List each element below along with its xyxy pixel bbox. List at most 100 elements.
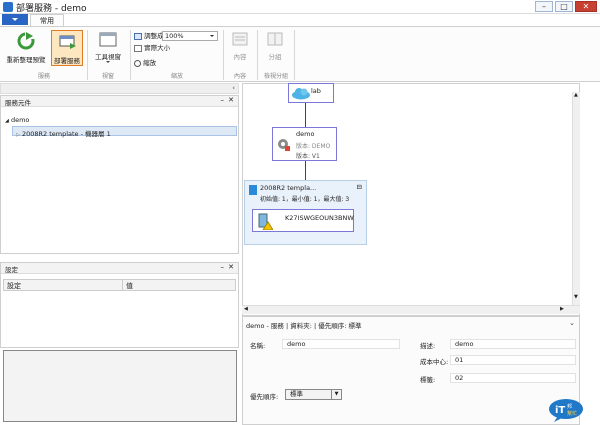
- tag-field[interactable]: 02: [450, 373, 576, 383]
- scroll-up-icon[interactable]: ▲: [574, 92, 578, 98]
- zoom-label-row: 縮放: [134, 57, 156, 67]
- ribbon-separator: [87, 30, 88, 80]
- description-label: 描述:: [420, 342, 436, 350]
- split-button[interactable]: 分組: [262, 30, 288, 66]
- service-components-panel: 服務元件 – ✕: [0, 95, 239, 254]
- window-title: 部署服務 - demo: [16, 4, 87, 14]
- properties-header: demo - 服務 | 資料夾: | 優先順序: 標準: [246, 322, 362, 330]
- tag-label: 標籤:: [420, 376, 436, 384]
- tier-counts: 初始值: 1，最小值: 1，最大值: 3: [260, 196, 350, 203]
- description-field[interactable]: demo: [450, 339, 576, 349]
- minimize-button[interactable]: –: [535, 1, 553, 12]
- scroll-left-icon[interactable]: ◀: [244, 306, 248, 312]
- settings-panel: 設定 – ✕ 設定 值: [0, 262, 239, 348]
- chevron-down-icon[interactable]: ⌄: [569, 319, 575, 327]
- cloud-node[interactable]: lab: [288, 83, 334, 103]
- deploy-label: 部署服務: [54, 57, 80, 65]
- panel-header: 設定 – ✕: [1, 263, 238, 274]
- vertical-scrollbar[interactable]: ▲ ▼: [572, 92, 580, 305]
- tag-value: 02: [455, 374, 464, 382]
- split-icon: [267, 32, 283, 46]
- content-label: 內容: [233, 53, 247, 61]
- connector-line: [305, 161, 306, 180]
- service-name: demo: [296, 130, 315, 138]
- tier-icon: [249, 185, 257, 195]
- chevron-down-icon: [210, 35, 214, 37]
- svg-text:邦: 邦: [567, 403, 572, 410]
- scroll-right-icon[interactable]: ▶: [560, 306, 564, 312]
- ribbon-separator: [294, 30, 295, 80]
- file-menu-button[interactable]: [2, 14, 28, 25]
- tree-root[interactable]: ◢ demo: [5, 116, 29, 124]
- deploy-service-button[interactable]: 部署服務: [51, 30, 83, 66]
- scroll-down-icon[interactable]: ▼: [574, 294, 578, 300]
- connector-line: [305, 103, 306, 127]
- column-header-value[interactable]: 值: [126, 281, 133, 291]
- service-version: 版本: V1: [296, 153, 320, 160]
- server-warning-icon: [258, 213, 273, 230]
- ribbon-tabstrip: [0, 14, 600, 26]
- group-label-view: 視窗: [101, 73, 114, 80]
- group-label-zoom: 縮放: [170, 73, 183, 80]
- title-bar: [0, 0, 600, 14]
- content-icon: [232, 32, 248, 46]
- expand-icon: ◢: [5, 118, 9, 124]
- group-label-content: 內容: [233, 73, 246, 80]
- panel-title: 服務元件: [5, 99, 31, 107]
- refresh-preview-button[interactable]: 重新整理預覽: [4, 30, 48, 66]
- close-button[interactable]: ✕: [575, 1, 597, 12]
- close-icon[interactable]: ✕: [228, 263, 234, 271]
- tree-child-label: 2008R2 template - 機器層 1: [21, 130, 111, 138]
- vm-node[interactable]: K27ISWGEOUN3BNW: [252, 209, 354, 232]
- deploy-icon: [59, 35, 76, 49]
- column-header-setting[interactable]: 設定: [7, 281, 21, 291]
- group-label-service: 服務: [37, 73, 50, 80]
- magnifier-icon: [134, 59, 141, 67]
- tree-child[interactable]: ▷ 2008R2 template - 機器層 1: [16, 128, 111, 138]
- ithome-logo: iT 邦 幫忙: [548, 398, 588, 422]
- close-icon[interactable]: ✕: [228, 96, 234, 104]
- cloud-label: lab: [311, 87, 321, 95]
- description-value: demo: [455, 340, 474, 348]
- logo-graphic: iT 邦 幫忙: [549, 399, 583, 422]
- properties-panel: demo - 服務 | 資料夾: | 優先順序: 標準 ⌄: [242, 316, 580, 425]
- cost-center-value: 01: [455, 356, 464, 364]
- collapse-tier-icon[interactable]: ⊟: [357, 183, 362, 191]
- collapse-icon: ▷: [16, 132, 20, 138]
- name-field[interactable]: demo: [282, 339, 400, 349]
- pin-icon[interactable]: –: [221, 96, 225, 104]
- app-icon: [3, 2, 13, 12]
- collapse-left-icon[interactable]: ‹: [232, 84, 235, 92]
- cloud-icon: [292, 88, 310, 100]
- vm-name: K27ISWGEOUN3BNW: [285, 214, 354, 222]
- tool-windows-button[interactable]: 工具視窗: [90, 30, 126, 68]
- cost-center-label: 成本中心:: [420, 358, 449, 366]
- actual-size-icon: [134, 44, 142, 52]
- machine-tier-group[interactable]: 2008R2 templa... ⊟ 初始值: 1，最小值: 1，最大值: 3 …: [244, 180, 367, 245]
- chevron-down-icon: ▼: [331, 390, 341, 399]
- priority-value: 標準: [290, 390, 303, 398]
- window-icon: [99, 32, 117, 47]
- tier-name: 2008R2 templa...: [260, 184, 317, 192]
- svg-text:幫忙: 幫忙: [567, 410, 577, 417]
- service-node[interactable]: demo 版本: DEMO 版本: V1: [272, 127, 337, 161]
- panel-title: 設定: [5, 266, 18, 274]
- pin-icon[interactable]: –: [221, 263, 225, 271]
- refresh-icon: [17, 32, 35, 50]
- maximize-button[interactable]: □: [555, 1, 573, 12]
- cost-center-field[interactable]: 01: [450, 355, 576, 365]
- chevron-down-icon: [106, 61, 110, 63]
- horizontal-scrollbar[interactable]: ◀ ▶: [242, 305, 580, 314]
- column-divider: [122, 280, 123, 290]
- actual-size-button[interactable]: 實際大小: [134, 42, 170, 52]
- zoom-label: 縮放: [143, 59, 157, 67]
- panel-header: 服務元件 – ✕: [1, 96, 238, 107]
- content-button[interactable]: 內容: [227, 30, 253, 66]
- ribbon: 重新整理預覽 部署服務 服務 工具視窗 視窗 調整成視窗大小 實際大小 縮放 縮…: [0, 26, 600, 82]
- service-release: 版本: DEMO: [296, 143, 331, 150]
- actual-size-label: 實際大小: [144, 44, 171, 52]
- zoom-select[interactable]: 100%: [162, 31, 218, 41]
- settings-grid-header: 設定 值: [3, 279, 236, 291]
- priority-select[interactable]: 標準 ▼: [285, 389, 342, 400]
- group-label-split: 檢視分組: [263, 73, 288, 80]
